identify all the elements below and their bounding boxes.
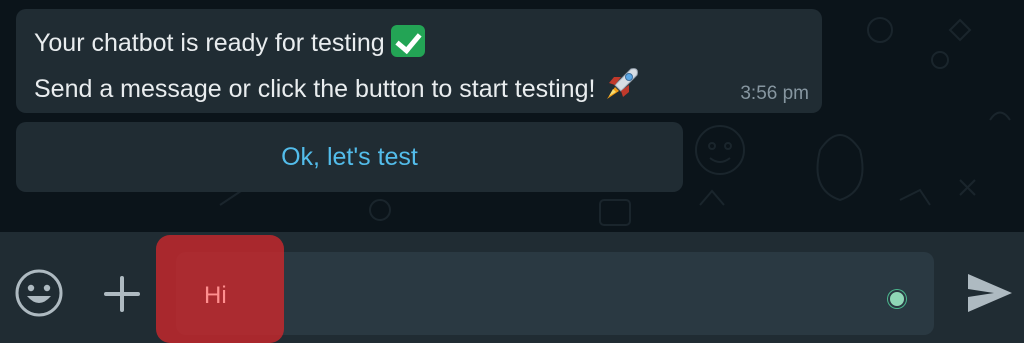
- message-input-value: Hi: [204, 282, 227, 309]
- message-line-2: Send a message or click the button to st…: [34, 65, 641, 112]
- status-dot-icon: [888, 290, 906, 308]
- plus-icon[interactable]: [100, 272, 144, 316]
- message-line-1: Your chatbot is ready for testing: [34, 25, 425, 58]
- emoji-icon[interactable]: [14, 268, 64, 318]
- send-icon[interactable]: [964, 270, 1016, 316]
- quick-reply-ok-lets-test-button[interactable]: Ok, let's test: [16, 122, 683, 192]
- message-input[interactable]: [176, 252, 934, 335]
- message-composer-bar: Hi: [0, 232, 1024, 343]
- chat-area: Your chatbot is ready for testing Send a…: [0, 0, 1024, 232]
- message-line-2-text: Send a message or click the button to st…: [34, 75, 596, 103]
- message-timestamp: 3:56 pm: [740, 83, 809, 104]
- rocket-icon: [601, 65, 641, 112]
- bot-message-bubble: Your chatbot is ready for testing Send a…: [16, 9, 822, 113]
- message-line-1-text: Your chatbot is ready for testing: [34, 29, 385, 57]
- check-mark-button-icon: [390, 25, 425, 57]
